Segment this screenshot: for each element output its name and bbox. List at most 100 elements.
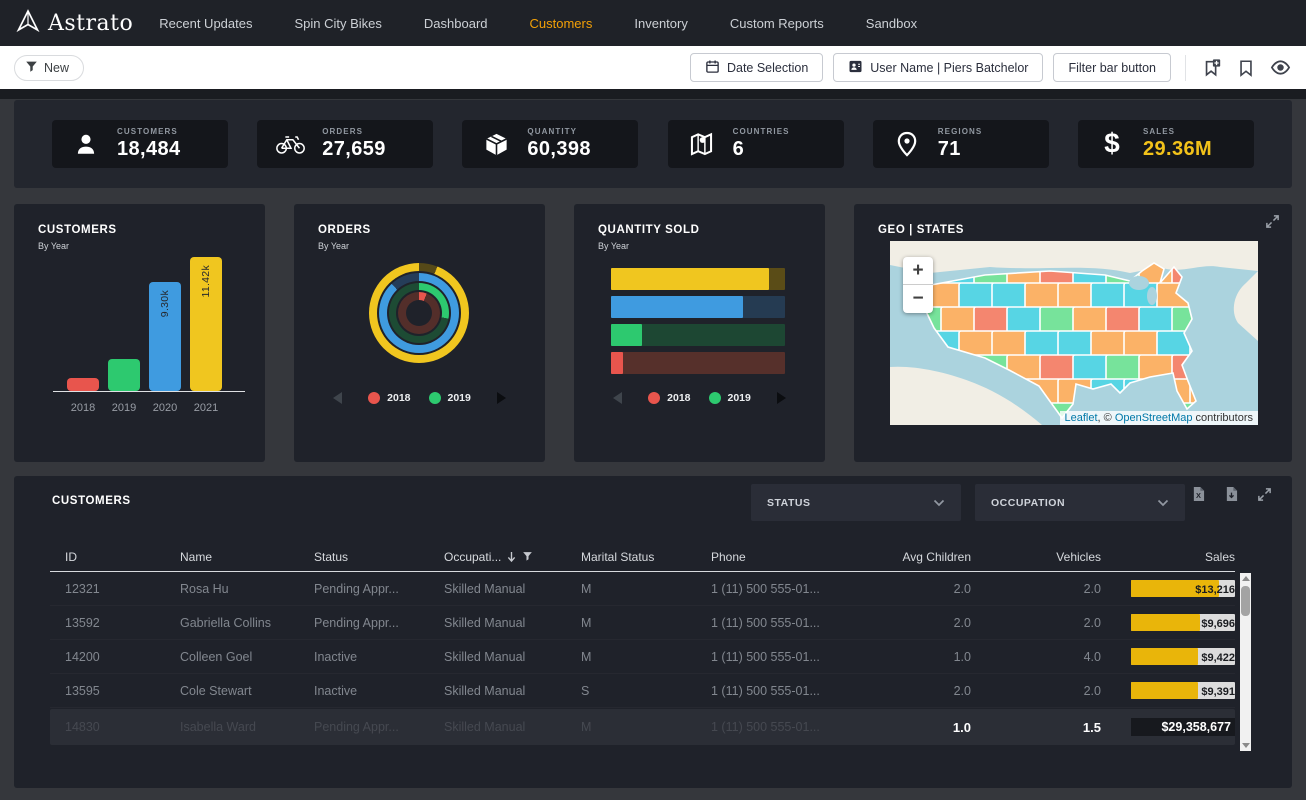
sales-bar: $9,391 [1131, 682, 1235, 699]
table-row[interactable]: 13595Cole StewartInactiveSkilled ManualS… [50, 674, 1235, 708]
expand-icon[interactable] [1252, 482, 1276, 506]
date-selection-button[interactable]: Date Selection [690, 53, 823, 82]
filter-bar-button[interactable]: Filter bar button [1053, 53, 1171, 82]
export-excel-icon[interactable]: X [1186, 482, 1210, 506]
astrato-logo-icon [16, 9, 40, 38]
brand[interactable]: Astrato [16, 9, 133, 38]
legend-item-2018[interactable]: 2018 [648, 392, 690, 404]
map-state[interactable] [941, 307, 977, 333]
cell-occupation: Skilled Manual [444, 650, 581, 664]
legend-prev-arrow-icon[interactable] [613, 392, 622, 404]
nav-item-spin-city-bikes[interactable]: Spin City Bikes [294, 16, 381, 31]
occupation-filter-dropdown[interactable]: OCCUPATION [975, 484, 1185, 521]
osm-link[interactable]: OpenStreetMap [1115, 412, 1193, 424]
customers-table-panel: CUSTOMERS STATUS OCCUPATION X IDNameStat… [14, 476, 1292, 788]
bar-2018[interactable] [67, 378, 99, 391]
legend-next-arrow-icon[interactable] [777, 392, 786, 404]
expand-icon[interactable] [1265, 214, 1280, 234]
map-state[interactable] [1040, 355, 1076, 381]
map-state[interactable] [1091, 283, 1127, 309]
scroll-up-arrow[interactable] [1242, 576, 1250, 581]
column-header-vehicles[interactable]: Vehicles [971, 550, 1101, 564]
column-header-id[interactable]: ID [50, 550, 180, 564]
content-top-strip [0, 89, 1306, 99]
column-header-sales[interactable]: Sales [1101, 550, 1235, 564]
status-filter-dropdown[interactable]: STATUS [751, 484, 961, 521]
nav-item-customers[interactable]: Customers [530, 16, 593, 31]
map-state[interactable] [1025, 283, 1061, 309]
column-header-marital-status[interactable]: Marital Status [581, 550, 711, 564]
new-pill-label: New [44, 61, 69, 75]
kpi-value: 29.36M [1143, 138, 1212, 161]
legend-label: 2019 [728, 392, 751, 404]
ghost-row: 14830Isabella WardPending Appr...Skilled… [50, 709, 1235, 745]
map-state[interactable] [1073, 307, 1109, 333]
map-state[interactable] [1073, 355, 1109, 381]
bar-chart: 9.30k 11.42k [53, 252, 245, 392]
export-file-icon[interactable] [1219, 482, 1243, 506]
column-header-occupati[interactable]: Occupati... [444, 550, 581, 564]
legend-item-2019[interactable]: 2019 [709, 392, 751, 404]
legend-item-2018[interactable]: 2018 [368, 392, 410, 404]
column-header-phone[interactable]: Phone [711, 550, 861, 564]
leaflet-link[interactable]: Leaflet [1065, 412, 1098, 424]
bar-2019[interactable] [108, 359, 140, 391]
map-state[interactable] [974, 307, 1010, 333]
map-state[interactable] [1007, 307, 1043, 333]
user-name-button[interactable]: User Name | Piers Batchelor [833, 53, 1043, 82]
scroll-down-arrow[interactable] [1242, 743, 1250, 748]
table-row[interactable]: 14200Colleen GoelInactiveSkilled ManualM… [50, 640, 1235, 674]
status-filter-label: STATUS [767, 497, 810, 509]
map-state[interactable] [1124, 331, 1160, 357]
map-state[interactable] [1091, 331, 1127, 357]
map-state[interactable] [1058, 331, 1094, 357]
map-state[interactable] [1106, 355, 1142, 381]
bar-2021[interactable]: 11.42k [190, 257, 222, 391]
map-state[interactable] [1139, 307, 1175, 333]
map-state[interactable] [1058, 283, 1094, 309]
customers-by-year-panel: CUSTOMERS By Year 9.30k11.42k 2018201920… [14, 204, 265, 462]
column-header-name[interactable]: Name [180, 550, 314, 564]
hbar-2019[interactable] [611, 324, 785, 346]
nav-item-inventory[interactable]: Inventory [634, 16, 687, 31]
geo-states-panel: GEO | STATES + − [854, 204, 1292, 462]
map-state[interactable] [1106, 307, 1142, 333]
bar-2020[interactable]: 9.30k [149, 282, 181, 391]
map-state[interactable] [1040, 307, 1076, 333]
zoom-in-button[interactable]: + [903, 257, 933, 285]
new-filter-pill[interactable]: New [14, 55, 84, 81]
nav-item-sandbox[interactable]: Sandbox [866, 16, 917, 31]
map-state[interactable] [1025, 331, 1061, 357]
nav-item-recent-updates[interactable]: Recent Updates [159, 16, 252, 31]
zoom-out-button[interactable]: − [903, 285, 933, 313]
date-selection-label: Date Selection [727, 61, 808, 75]
column-header-status[interactable]: Status [314, 550, 444, 564]
bookmark-add-icon[interactable] [1200, 56, 1224, 80]
bookmark-icon[interactable] [1234, 56, 1258, 80]
hbar-2021[interactable] [611, 268, 785, 290]
nav-item-custom-reports[interactable]: Custom Reports [730, 16, 824, 31]
table-scrollbar[interactable] [1240, 573, 1251, 751]
column-header-avg-children[interactable]: Avg Children [861, 550, 971, 564]
bar-value-label: 11.42k [200, 265, 212, 298]
chevron-down-icon [933, 499, 945, 507]
map-state[interactable] [959, 283, 995, 309]
chevron-down-icon [1157, 499, 1169, 507]
legend-prev-arrow-icon[interactable] [333, 392, 342, 404]
panel-title: QUANTITY SOLD [598, 224, 700, 236]
scrollbar-thumb[interactable] [1241, 586, 1250, 616]
legend-item-2019[interactable]: 2019 [429, 392, 471, 404]
kpi-label: COUNTRIES [733, 127, 790, 136]
map-state[interactable] [992, 331, 1028, 357]
hbar-2018[interactable] [611, 352, 785, 374]
eye-icon[interactable] [1268, 56, 1292, 80]
legend-next-arrow-icon[interactable] [497, 392, 506, 404]
nav-item-dashboard[interactable]: Dashboard [424, 16, 488, 31]
us-states-map[interactable]: + − Leaflet, © OpenStreetMap contributor… [890, 241, 1258, 425]
map-state[interactable] [992, 283, 1028, 309]
legend-label: 2019 [448, 392, 471, 404]
table-row[interactable]: 12321Rosa HuPending Appr...Skilled Manua… [50, 572, 1235, 606]
cell-avg-children: 2.0 [861, 616, 971, 630]
table-row[interactable]: 13592Gabriella CollinsPending Appr...Ski… [50, 606, 1235, 640]
hbar-2020[interactable] [611, 296, 785, 318]
